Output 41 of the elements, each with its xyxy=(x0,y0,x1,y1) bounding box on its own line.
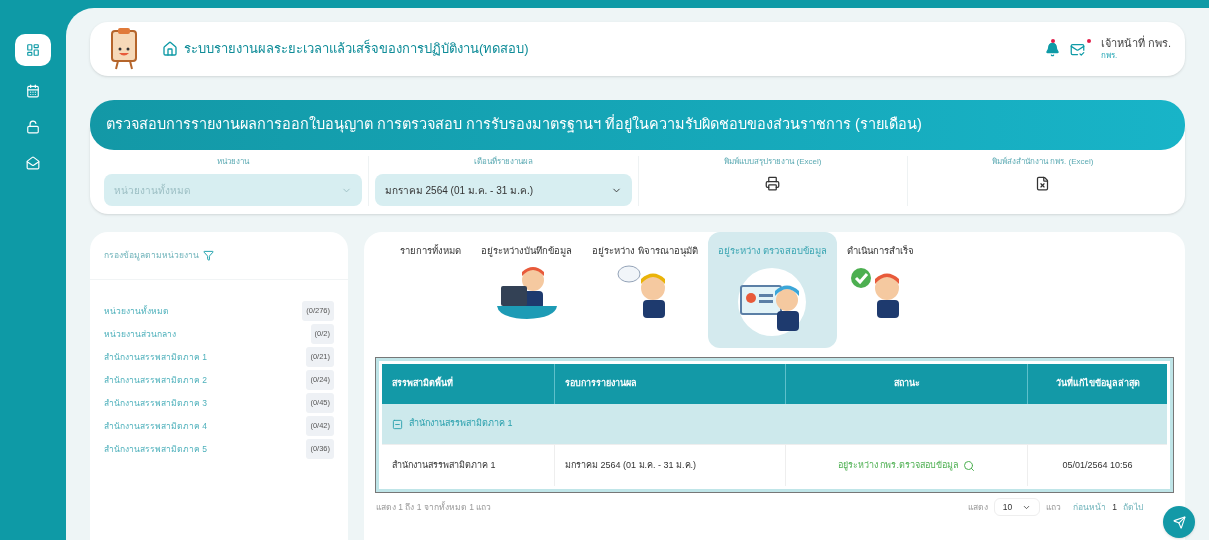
column-header: สรรพสามิตพื้นที่ xyxy=(382,364,554,404)
mail-icon[interactable] xyxy=(1069,41,1085,57)
filter-label: เดือนที่รายงานผล xyxy=(473,156,533,168)
column-header: สถานะ xyxy=(785,364,1027,404)
status-tab[interactable]: อยู่ระหว่างบันทึกข้อมูล xyxy=(471,232,582,348)
panel-title: กรองข้อมูลตามหน่วยงาน xyxy=(104,249,199,262)
notification-bell-icon[interactable] xyxy=(1044,41,1060,57)
status-tab[interactable]: ดำเนินการสำเร็จ xyxy=(837,232,925,348)
rows-label: แถว xyxy=(1046,500,1062,514)
sidebar-item[interactable] xyxy=(15,34,51,66)
filter-label: พิมพ์ส่งสำนักงาน กพร. (Excel) xyxy=(991,156,1094,168)
unlock-icon xyxy=(26,120,40,134)
filter-icon xyxy=(203,250,214,261)
page-size-select[interactable]: 10 xyxy=(993,498,1041,516)
filter-label: หน่วยงาน xyxy=(216,156,249,168)
filter-label: พิมพ์แบบสรุปรายงาน (Excel) xyxy=(724,156,822,168)
app-title: ระบบรายงานผลระยะเวลาแล้วเสร็จของการปฏิบัติงาน(ทดสอบ) xyxy=(184,39,529,59)
page-banner: ตรวจสอบการรายงานผลการออกใบอนุญาต การตรวจสอบ การรับรองมาตรฐานฯ ที่อยู่ในความรับผิดชอบของส่วนราชการ (รายเดือน) xyxy=(90,100,1185,150)
table-summary: แสดง 1 ถึง 1 จากทั้งหมด 1 แถว xyxy=(376,500,492,514)
page-size-label: แสดง xyxy=(967,500,988,514)
dropdown-field[interactable]: มกราคม 2564 (01 ม.ค. - 31 ม.ค.) xyxy=(374,174,632,206)
search-icon[interactable] xyxy=(963,459,975,472)
status-text: อยู่ระหว่าง กพร.ตรวจสอบข้อมูล xyxy=(838,458,959,473)
table-cell: มกราคม 2564 (01 ม.ค. - 31 ม.ค.) xyxy=(554,445,785,486)
dashboard-icon xyxy=(26,43,40,57)
column-header: รอบการรายงานผล xyxy=(554,364,785,404)
person-at-laptop-drawing xyxy=(494,264,559,321)
group-label: สำนักงานสรรพสามิตภาค 1 xyxy=(409,417,513,431)
table-cell-text: สำนักงานสรรพสามิตภาค 1 xyxy=(391,458,497,472)
user-name: เจ้าหน้าที่ กพร. xyxy=(1100,37,1171,51)
status-tab[interactable]: รายการทั้งหมด xyxy=(390,232,471,348)
table-cell: 05/01/2564 10:56 xyxy=(1027,445,1167,486)
status-tab[interactable]: อยู่ระหว่าง พิจารณาอนุมัติ xyxy=(582,232,708,348)
page-number[interactable]: 1 xyxy=(1112,500,1117,514)
calendar-icon xyxy=(26,84,40,98)
collapse-icon xyxy=(392,418,403,430)
user-role: กพร. xyxy=(1100,50,1119,61)
mail-icon xyxy=(26,156,40,170)
send-icon xyxy=(1172,515,1186,529)
column-header: วันที่แก้ไขข้อมูลล่าสุด xyxy=(1027,364,1167,404)
home-icon xyxy=(162,41,178,57)
